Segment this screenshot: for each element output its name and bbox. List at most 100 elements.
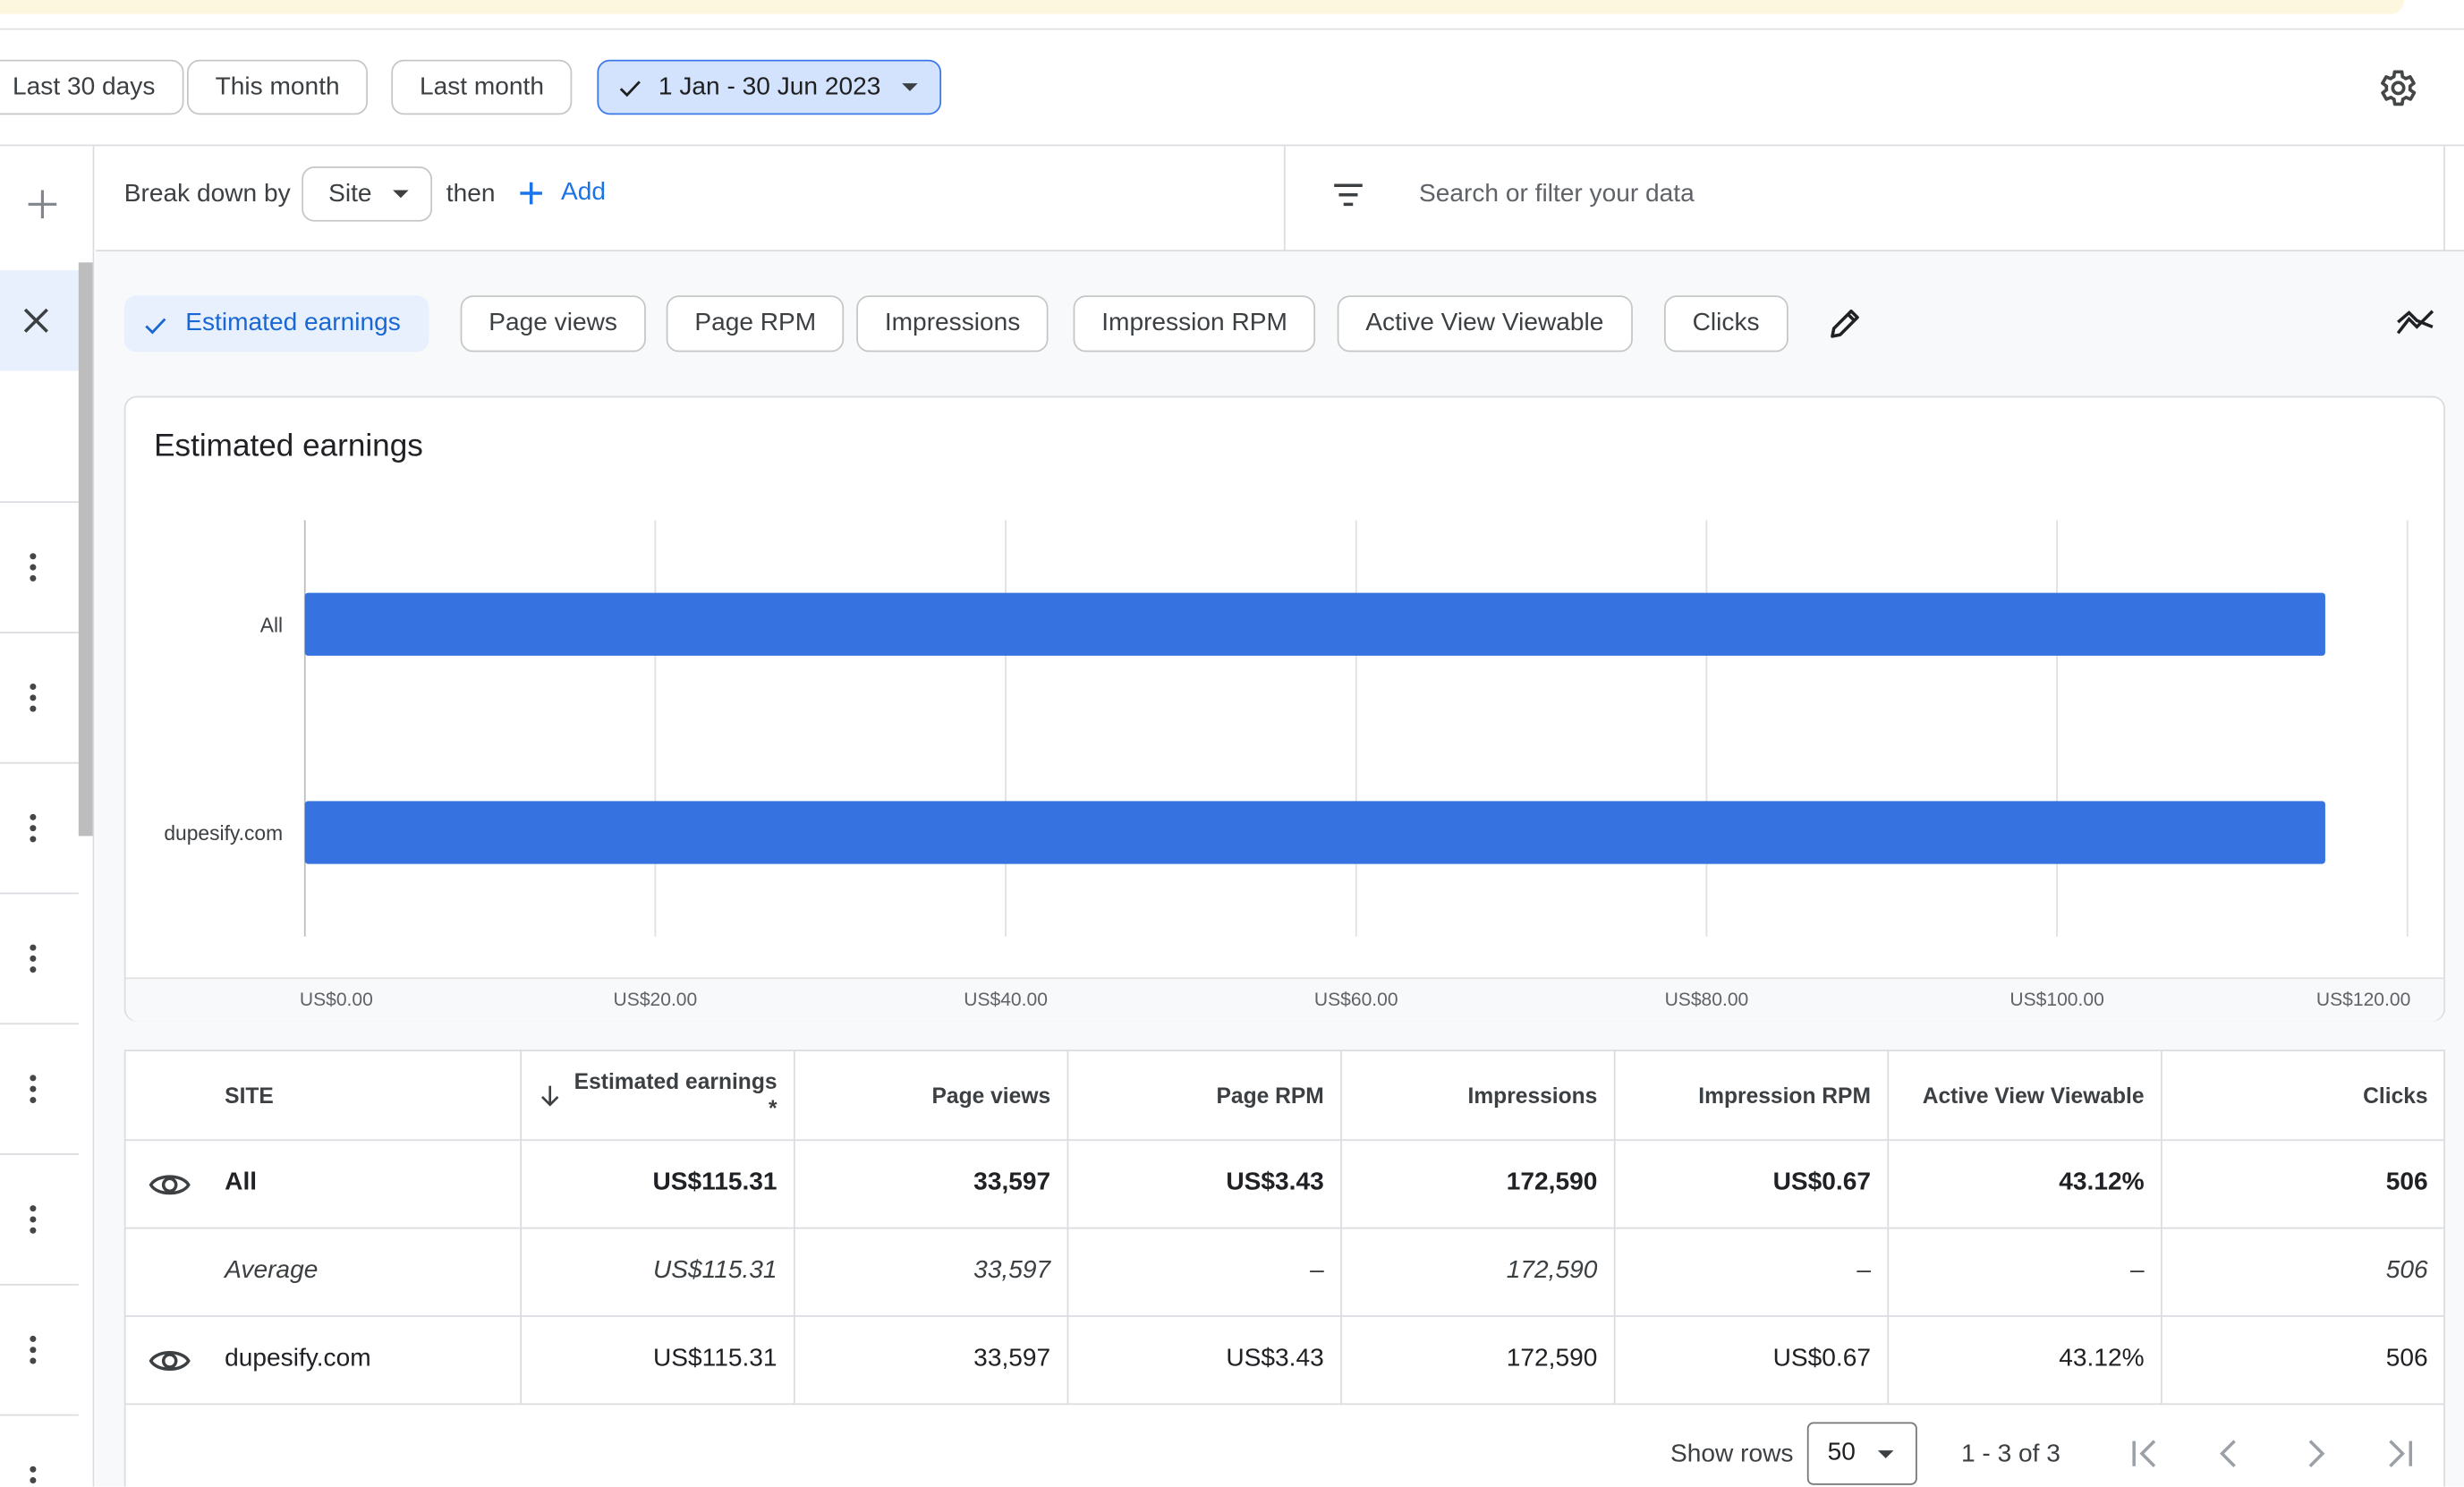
cell-active-view: 43.12%: [1887, 1139, 2162, 1228]
rows-per-page-value: 50: [1827, 1439, 1856, 1466]
more-vert-icon[interactable]: [30, 944, 39, 976]
chevron-down-icon: [393, 190, 409, 199]
metric-chip-page-rpm[interactable]: Page RPM: [666, 295, 845, 353]
visibility-eye-icon[interactable]: [148, 1167, 191, 1202]
last-page-icon[interactable]: [2381, 1435, 2418, 1473]
pagination-range: 1 - 3 of 3: [1960, 1440, 2060, 1468]
cell-page-views: 33,597: [793, 1315, 1068, 1405]
chart-type-icon[interactable]: [2395, 305, 2436, 343]
x-tick-label: US$80.00: [1665, 990, 1749, 1010]
table-header-row: SITE Estimated earnings * Page views Pag…: [125, 1051, 2444, 1141]
add-breakdown-button[interactable]: Add: [517, 177, 606, 212]
col-header-estimated-earnings[interactable]: Estimated earnings *: [520, 1051, 794, 1141]
col-header-page-views[interactable]: Page views: [793, 1051, 1068, 1141]
bar: [304, 592, 2325, 656]
cell-impression-rpm: –: [1613, 1227, 1889, 1316]
metric-chip-impression-rpm[interactable]: Impression RPM: [1073, 295, 1316, 353]
bar-chart: US$0.00 US$20.00 US$40.00 US$60.00 US$80.00 U…: [164, 520, 2410, 1010]
cell-earnings: US$115.31: [520, 1139, 794, 1228]
breakdown-select[interactable]: Site: [302, 166, 433, 222]
rail-row: [0, 1283, 79, 1415]
cell-page-views: 33,597: [793, 1227, 1068, 1316]
previous-page-icon[interactable]: [2211, 1435, 2248, 1473]
plus-icon[interactable]: [25, 187, 60, 222]
cell-clicks: 506: [2161, 1315, 2444, 1405]
rail-scrollbar[interactable]: [78, 262, 93, 837]
col-header-active-view[interactable]: Active View Viewable: [1887, 1051, 2162, 1141]
rail-row: [0, 501, 79, 632]
metric-chip-clicks[interactable]: Clicks: [1664, 295, 1789, 353]
rail-row: [0, 761, 79, 893]
cell-clicks: 506: [2161, 1227, 2444, 1316]
cell-impression-rpm: US$0.67: [1613, 1139, 1889, 1228]
y-category-label: dupesify.com: [164, 821, 283, 845]
col-header-clicks[interactable]: Clicks: [2161, 1051, 2444, 1141]
col-header-earnings-label: Estimated earnings: [574, 1067, 777, 1094]
next-page-icon[interactable]: [2296, 1435, 2333, 1473]
cell-impressions: 172,590: [1340, 1227, 1615, 1316]
site-cell: dupesify.com: [125, 1315, 522, 1405]
arrow-down-icon: [540, 1085, 558, 1107]
table-row: dupesify.com US$115.31 33,597 US$3.43 17…: [125, 1315, 2444, 1405]
then-label: then: [446, 180, 496, 208]
breakdown-select-value: Site: [328, 180, 372, 208]
cell-page-views: 33,597: [793, 1139, 1068, 1228]
add-breakdown-label: Add: [561, 179, 607, 207]
report-page: Last 30 days This month Last month 1 Jan…: [0, 0, 2464, 1487]
edit-pencil-icon[interactable]: [1826, 305, 1864, 343]
close-icon[interactable]: [21, 305, 52, 336]
date-range-label: 1 Jan - 30 Jun 2023: [658, 73, 881, 101]
date-chip-last-month[interactable]: Last month: [391, 59, 573, 115]
visibility-eye-icon[interactable]: [148, 1343, 191, 1378]
metric-chip-estimated-earnings[interactable]: Estimated earnings: [123, 295, 429, 353]
more-vert-icon[interactable]: [30, 1466, 39, 1487]
toolbar-edge: [2443, 146, 2445, 252]
more-vert-icon[interactable]: [30, 1205, 39, 1236]
date-chip-last-30-days[interactable]: Last 30 days: [0, 59, 184, 115]
y-category-label: All: [260, 614, 283, 637]
cell-page-rpm: US$3.43: [1066, 1139, 1342, 1228]
metric-chip-page-views[interactable]: Page views: [460, 295, 646, 353]
check-icon: [145, 318, 166, 335]
metric-chip-impressions[interactable]: Impressions: [856, 295, 1049, 353]
col-header-impressions[interactable]: Impressions: [1340, 1051, 1615, 1141]
x-tick-label: US$60.00: [1314, 990, 1398, 1010]
rail-row: [0, 632, 79, 762]
more-vert-icon[interactable]: [30, 553, 39, 584]
rows-per-page-select[interactable]: 50: [1806, 1422, 1917, 1485]
close-row[interactable]: [0, 270, 79, 371]
break-down-label: Break down by: [123, 180, 291, 208]
col-header-earnings-footnote: *: [768, 1094, 777, 1120]
cell-page-rpm: US$3.43: [1066, 1315, 1342, 1405]
more-vert-icon[interactable]: [30, 1335, 39, 1367]
metric-chip-active-view[interactable]: Active View Viewable: [1337, 295, 1633, 353]
cell-active-view: 43.12%: [1887, 1315, 2162, 1405]
more-vert-icon[interactable]: [30, 813, 39, 845]
settings-gear-icon[interactable]: [2375, 66, 2418, 110]
cell-earnings: US$115.31: [520, 1315, 794, 1405]
cell-clicks: 506: [2161, 1139, 2444, 1228]
chart-card: Estimated earnings US$0.00 US$20.00 US$40.…: [123, 395, 2445, 1022]
bar: [304, 801, 2325, 864]
rail-row: [0, 1414, 79, 1487]
more-vert-icon[interactable]: [30, 1075, 39, 1106]
first-page-icon[interactable]: [2126, 1435, 2163, 1473]
chevron-down-icon: [902, 83, 919, 91]
date-chip-custom-range[interactable]: 1 Jan - 30 Jun 2023: [597, 59, 942, 115]
cell-impression-rpm: US$0.67: [1613, 1315, 1889, 1405]
x-tick-label: US$40.00: [964, 990, 1048, 1010]
add-icon: [520, 182, 542, 205]
more-vert-icon[interactable]: [30, 684, 39, 715]
col-header-impression-rpm[interactable]: Impression RPM: [1613, 1051, 1889, 1141]
data-table: SITE Estimated earnings * Page views Pag…: [125, 1051, 2444, 1405]
col-header-site[interactable]: SITE: [125, 1051, 522, 1141]
col-header-page-rpm[interactable]: Page RPM: [1066, 1051, 1342, 1141]
x-tick-label: US$0.00: [300, 990, 373, 1010]
cell-active-view: –: [1887, 1227, 2162, 1316]
show-rows-label: Show rows: [1670, 1440, 1794, 1468]
rail-row: [0, 1023, 79, 1153]
filter-list-icon[interactable]: [1331, 177, 1366, 212]
search-filter-input[interactable]: [1419, 171, 2426, 219]
pagination-bar: Show rows 50 1 - 3 of 3: [126, 1403, 2444, 1486]
date-chip-this-month[interactable]: This month: [187, 59, 369, 115]
